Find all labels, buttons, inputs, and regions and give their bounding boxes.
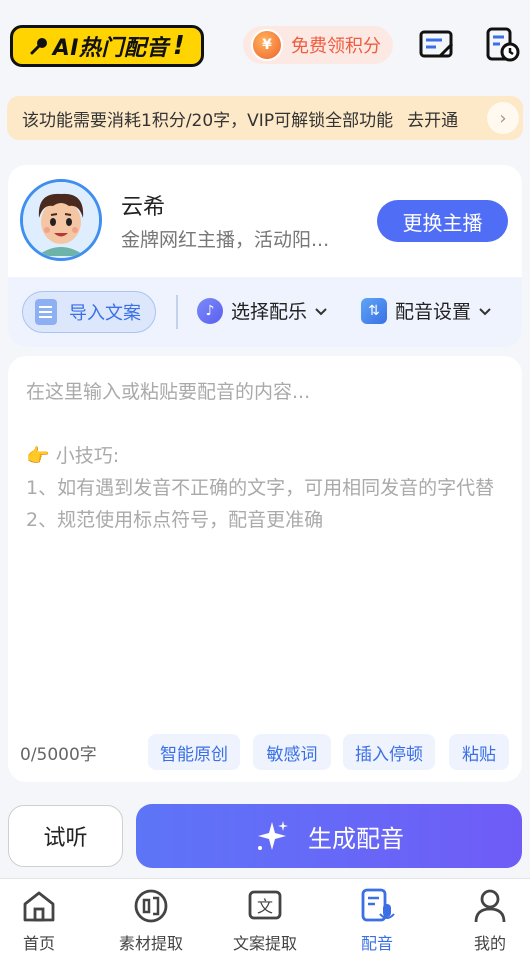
- vip-notice-bar[interactable]: 该功能需要消耗1积分/20字，VIP可解锁全部功能 去开通 ›: [7, 96, 523, 140]
- toolbar-divider: [176, 295, 178, 329]
- generate-label: 生成配音: [308, 824, 404, 853]
- generate-dubbing-button[interactable]: 生成配音: [136, 804, 522, 868]
- nav-label-home: 首页: [22, 934, 55, 953]
- import-text-button[interactable]: 导入文案: [22, 291, 156, 333]
- text-extract-icon: 文: [248, 890, 282, 920]
- logo-text: AI热门配音: [52, 36, 169, 61]
- import-text-label: 导入文案: [69, 303, 141, 324]
- user-icon: [474, 889, 506, 923]
- cartoon-avatar-icon: [23, 182, 99, 258]
- app-logo: AI热门配音 !: [10, 25, 204, 67]
- document-icon: [35, 299, 57, 325]
- notice-open-link[interactable]: 去开通: [407, 106, 458, 131]
- music-note-icon: ♪: [197, 297, 223, 324]
- coin-icon: ¥: [251, 29, 283, 61]
- nav-item-material-extract[interactable]: 素材提取: [98, 879, 204, 956]
- nav-item-mine[interactable]: 我的: [437, 879, 530, 956]
- tip-item-1: 1、如有遇到发音不正确的文字，可用相同发音的字代替: [26, 477, 495, 499]
- bottom-nav: 首页 素材提取 文 文案提取 配音 我的: [0, 878, 530, 956]
- smart-original-button[interactable]: 智能原创: [148, 734, 240, 770]
- host-name: 云希: [121, 195, 166, 220]
- notice-text: 该功能需要消耗1积分/20字，VIP可解锁全部功能: [22, 110, 394, 131]
- host-card: 云希 金牌网红主播，活动阳... 更换主播 导入文案 ♪ 选择配乐 ⇅ 配音设置: [8, 165, 522, 347]
- edit-list-icon[interactable]: [418, 26, 456, 64]
- nav-label-material-extract: 素材提取: [118, 934, 183, 953]
- chevron-right-icon[interactable]: ›: [487, 102, 519, 134]
- chevron-down-icon: [479, 307, 491, 315]
- placeholder-text: 在这里输入或粘贴要配音的内容...: [26, 381, 311, 403]
- insert-pause-button[interactable]: 插入停顿: [343, 734, 435, 770]
- editor-toolbar: 导入文案 ♪ 选择配乐 ⇅ 配音设置: [8, 277, 522, 347]
- dubbing-settings-dropdown[interactable]: ⇅ 配音设置: [361, 297, 491, 324]
- nav-label-dubbing: 配音: [360, 934, 393, 953]
- nav-label-text-extract: 文案提取: [232, 934, 297, 953]
- char-count: 0/5000字: [20, 745, 97, 765]
- dubbing-icon: [361, 888, 395, 922]
- paste-button[interactable]: 粘贴: [449, 734, 509, 770]
- microphone-icon: [30, 38, 47, 55]
- tip-item-2: 2、规范使用标点符号，配音更准确: [26, 509, 324, 531]
- sparkle-icon: [258, 821, 288, 850]
- nav-item-dubbing[interactable]: 配音: [324, 879, 430, 956]
- chevron-down-icon: [315, 307, 327, 315]
- settings-sliders-icon: ⇅: [361, 297, 387, 324]
- change-host-button[interactable]: 更换主播: [377, 200, 508, 242]
- sensitive-words-button[interactable]: 敏感词: [253, 734, 331, 770]
- preview-listen-button[interactable]: 试听: [8, 805, 123, 867]
- free-points-button[interactable]: ¥ 免费领积分: [243, 26, 393, 64]
- nav-label-mine: 我的: [473, 934, 506, 953]
- tips-title: 👉 小技巧:: [26, 445, 120, 467]
- nav-item-home[interactable]: 首页: [0, 879, 92, 956]
- history-clock-icon[interactable]: [484, 26, 522, 64]
- text-editor[interactable]: 在这里输入或粘贴要配音的内容... 👉 小技巧: 1、如有遇到发音不正确的文字，…: [8, 356, 522, 782]
- editor-placeholder[interactable]: 在这里输入或粘贴要配音的内容... 👉 小技巧: 1、如有遇到发音不正确的文字，…: [26, 376, 510, 536]
- svg-text:文: 文: [257, 897, 273, 916]
- host-avatar[interactable]: [20, 179, 102, 261]
- host-description: 金牌网红主播，活动阳...: [121, 229, 330, 251]
- nav-item-text-extract[interactable]: 文 文案提取: [212, 879, 318, 956]
- select-music-label: 选择配乐: [231, 301, 308, 323]
- extract-icon: [134, 889, 168, 923]
- select-music-dropdown[interactable]: ♪ 选择配乐: [197, 297, 327, 324]
- free-points-label: 免费领积分: [291, 36, 381, 57]
- home-icon: [23, 891, 55, 922]
- dubbing-settings-label: 配音设置: [395, 301, 472, 323]
- app-header: AI热门配音 ! ¥ 免费领积分: [0, 0, 530, 92]
